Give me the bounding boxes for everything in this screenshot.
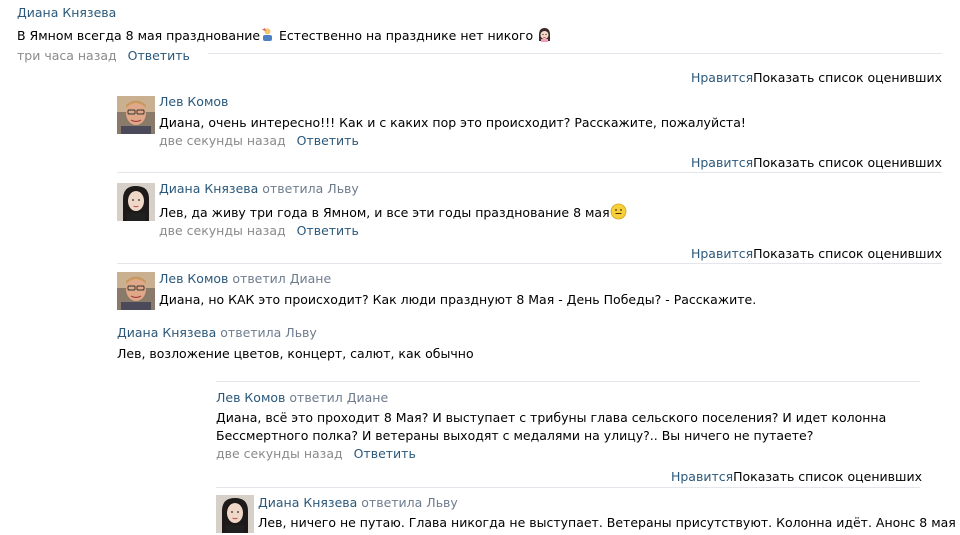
girl-face-icon — [537, 27, 552, 42]
like-button[interactable]: Нравится — [671, 469, 733, 484]
comment-header: Диана Князева ответила Льву — [258, 495, 458, 510]
show-likers-link[interactable]: Показать список оценивших — [753, 246, 942, 261]
comment-text-part: В Ямном всегда 8 мая празднование — [17, 28, 261, 43]
comment-time: три часа назад — [17, 48, 117, 63]
like-row: НравитсяПоказать список оценивших — [691, 155, 942, 170]
show-likers-link[interactable]: Показать список оценивших — [753, 155, 942, 170]
comment-author[interactable]: Диана Князева — [159, 181, 258, 196]
avatar[interactable] — [117, 96, 155, 134]
comment-text: Лев, да живу три года в Ямном, и все эти… — [159, 203, 627, 220]
comment-text: Диана, но КАК это происходит? Как люди п… — [159, 292, 757, 307]
reply-button[interactable]: Ответить — [297, 133, 359, 148]
divider — [117, 172, 942, 173]
comment-text-line: Бессмертного полка? И ветераны выходят с… — [216, 428, 814, 443]
comment-author[interactable]: Лев Комов — [159, 271, 228, 286]
comment-header: Лев Комов ответил Диане — [216, 390, 388, 405]
divider — [216, 381, 920, 382]
comment-header: Лев Комов ответил Диане — [159, 271, 331, 286]
comment-header: Диана Князева ответила Льву — [159, 181, 359, 196]
divider — [208, 53, 942, 54]
comment-author[interactable]: Лев Комов — [216, 390, 285, 405]
avatar[interactable] — [216, 495, 254, 533]
comment-text-part: Естественно на празднике нет никого — [275, 28, 534, 43]
comment-time: две секунды назад — [159, 133, 286, 148]
show-likers-link[interactable]: Показать список оценивших — [753, 70, 942, 85]
avatar[interactable] — [117, 183, 155, 221]
reply-button[interactable]: Ответить — [128, 48, 190, 63]
comment-text-part: Лев, да живу три года в Ямном, и все эти… — [159, 205, 610, 220]
like-row: НравитсяПоказать список оценивших — [691, 70, 942, 85]
comment-text: В Ямном всегда 8 мая празднование Естест… — [17, 27, 552, 43]
like-row: НравитсяПоказать список оценивших — [671, 469, 922, 484]
show-likers-link[interactable]: Показать список оценивших — [733, 469, 922, 484]
comment-text-line: Диана, всё это проходит 8 Мая? И выступа… — [216, 410, 887, 425]
reply-button[interactable]: Ответить — [354, 446, 416, 461]
like-button[interactable]: Нравится — [691, 246, 753, 261]
divider — [117, 263, 942, 264]
comment-time: две секунды назад — [159, 223, 286, 238]
divider — [216, 487, 920, 488]
comment-meta: две секунды назад Ответить — [159, 133, 359, 148]
comment-author[interactable]: Диана Князева — [258, 495, 357, 510]
like-row: НравитсяПоказать список оценивших — [691, 246, 942, 261]
comment-author[interactable]: Лев Комов — [159, 94, 228, 109]
comment-author[interactable]: Диана Князева — [117, 325, 216, 340]
reply-button[interactable]: Ответить — [297, 223, 359, 238]
comment-meta: три часа назад Ответить — [17, 48, 190, 63]
reply-to-label[interactable]: ответила Льву — [361, 495, 458, 510]
comment-author[interactable]: Диана Князева — [17, 5, 116, 20]
comment-meta: две секунды назад Ответить — [159, 223, 359, 238]
smile-emoji-icon — [610, 203, 627, 220]
comment-text: Лев, ничего не путаю. Глава никогда не в… — [258, 515, 956, 530]
comment-text: Лев, возложение цветов, концерт, салют, … — [117, 346, 474, 361]
comment-text: Диана, очень интересно!!! Как и с каких … — [159, 115, 746, 130]
comment-meta: две секунды назад Ответить — [216, 446, 416, 461]
party-person-icon — [260, 27, 275, 42]
reply-to-label[interactable]: ответил Диане — [289, 390, 388, 405]
comment-header: Диана Князева ответила Льву — [117, 325, 317, 340]
avatar[interactable] — [117, 272, 155, 310]
comment-time: две секунды назад — [216, 446, 343, 461]
like-button[interactable]: Нравится — [691, 70, 753, 85]
like-button[interactable]: Нравится — [691, 155, 753, 170]
reply-to-label[interactable]: ответила Льву — [262, 181, 359, 196]
reply-to-label[interactable]: ответила Льву — [220, 325, 317, 340]
reply-to-label[interactable]: ответил Диане — [232, 271, 331, 286]
